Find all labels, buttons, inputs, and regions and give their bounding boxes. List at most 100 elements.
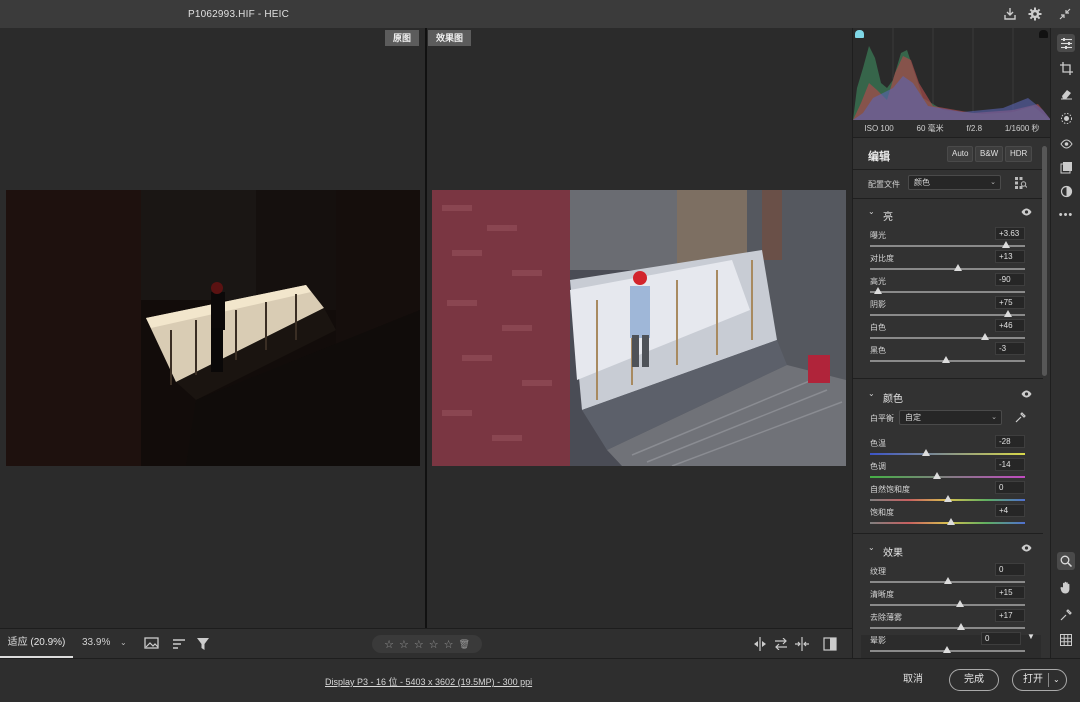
slider-thumb[interactable] (1003, 310, 1012, 317)
vignette-slider[interactable]: 晕影 0 ▼ (861, 632, 1041, 658)
auto-button[interactable]: Auto (947, 146, 974, 162)
star-icon[interactable]: ☆ (384, 638, 394, 651)
blacks-slider[interactable]: 黑色 -3 (853, 342, 1043, 368)
slider-thumb[interactable] (1002, 241, 1011, 248)
eye-icon[interactable] (1021, 544, 1032, 555)
mask-icon[interactable] (1057, 109, 1075, 127)
done-button[interactable]: 完成 (949, 669, 999, 691)
slider-value[interactable]: 0 (981, 632, 1021, 645)
profile-select[interactable]: 颜色 ⌄ (908, 175, 1001, 190)
slider-value[interactable]: -28 (995, 435, 1025, 448)
eye-icon[interactable] (1021, 208, 1032, 219)
slider-value[interactable]: -3 (995, 342, 1025, 355)
slider-thumb[interactable] (980, 333, 989, 340)
slider-thumb[interactable] (941, 356, 950, 363)
highlight-clipping-icon[interactable] (1039, 30, 1048, 38)
profile-row: 配置文件 颜色 ⌄ (853, 172, 1043, 194)
slider-thumb[interactable] (873, 287, 882, 294)
slider-value[interactable]: +4 (995, 504, 1025, 517)
trash-icon[interactable]: 🗑 (458, 639, 469, 650)
profile-label: 配置文件 (868, 180, 900, 189)
more-icon[interactable]: ••• (1057, 206, 1075, 224)
saturation-slider[interactable]: 饱和度 +4 (853, 504, 1043, 530)
slider-label: 色调 (870, 462, 886, 471)
sort-icon[interactable] (171, 636, 187, 652)
slider-thumb[interactable] (943, 495, 952, 502)
slider-value[interactable]: +13 (995, 250, 1025, 263)
slider-value[interactable]: -14 (995, 458, 1025, 471)
zoom-fit-button[interactable]: 适应 (20.9%) (0, 629, 73, 658)
slider-thumb[interactable] (921, 449, 930, 456)
hdr-button[interactable]: HDR (1005, 146, 1033, 162)
histogram (853, 28, 1050, 120)
edit-sliders-icon[interactable] (1057, 34, 1075, 52)
star-icon[interactable]: ☆ (399, 638, 409, 651)
slider-label: 色温 (870, 439, 886, 448)
after-label[interactable]: 效果图 (428, 30, 472, 46)
eraser-icon[interactable] (1057, 84, 1075, 102)
collapse-icon[interactable] (1057, 6, 1073, 22)
slider-thumb[interactable] (946, 518, 955, 525)
star-icon[interactable]: ☆ (414, 638, 424, 651)
profile-browser-icon[interactable] (1014, 176, 1028, 190)
chevron-down-icon[interactable]: ⌄ (868, 389, 875, 398)
presets-icon[interactable] (1057, 158, 1075, 176)
image-view-icon[interactable] (144, 636, 160, 652)
color-sampler-icon[interactable] (1057, 606, 1075, 624)
slider-value[interactable]: +17 (995, 609, 1025, 622)
gear-icon[interactable] (1027, 6, 1043, 22)
bw-button[interactable]: B&W (975, 146, 1004, 162)
star-icon[interactable]: ☆ (429, 638, 439, 651)
workflow-options-link[interactable]: Display P3 - 16 位 - 5403 x 3602 (19.5MP)… (325, 675, 532, 688)
exif-info: ISO 100 60 毫米 f/2.8 1/1600 秒 (853, 120, 1050, 138)
slider-thumb[interactable] (955, 600, 964, 607)
filter-icon[interactable] (195, 636, 211, 652)
slider-thumb[interactable] (954, 264, 963, 271)
slider-value[interactable]: 0 (995, 563, 1025, 576)
before-after-toggle-icon[interactable] (752, 636, 768, 652)
save-image-icon[interactable] (1002, 6, 1018, 22)
swap-icon[interactable] (773, 636, 789, 652)
chevron-down-icon[interactable]: ⌄ (868, 543, 875, 552)
crop-icon[interactable] (1057, 59, 1075, 77)
hand-icon[interactable] (1057, 578, 1075, 596)
effects-section-header[interactable]: ⌄ 效果 (853, 538, 1043, 560)
shadow-clipping-icon[interactable] (855, 30, 864, 38)
window-title: P1062993.HIF - HEIC (188, 9, 290, 20)
star-icon[interactable]: ☆ (444, 638, 454, 651)
zoom-icon[interactable] (1057, 552, 1075, 570)
slider-thumb[interactable] (943, 577, 952, 584)
slider-value[interactable]: +15 (995, 586, 1025, 599)
slider-value[interactable]: 0 (995, 481, 1025, 494)
eyedropper-icon[interactable] (1013, 410, 1027, 424)
cancel-button[interactable]: 取消 (894, 670, 932, 690)
panel-scrollbar[interactable] (1042, 146, 1047, 376)
before-label[interactable]: 原图 (385, 30, 420, 46)
open-button[interactable]: 打开 ⌄ (1012, 669, 1067, 691)
snapshots-icon[interactable] (1057, 182, 1075, 200)
zoom-dropdown-icon[interactable]: ⌄ (120, 638, 127, 647)
eye-icon[interactable] (1021, 390, 1032, 401)
white-balance-select[interactable]: 自定 ⌄ (899, 410, 1002, 425)
slider-value[interactable]: +75 (995, 296, 1025, 309)
caret-down-icon[interactable]: ▼ (1027, 632, 1035, 641)
slider-value[interactable]: -90 (995, 273, 1025, 286)
chevron-down-icon[interactable]: ⌄ (868, 207, 875, 216)
copy-settings-icon[interactable] (794, 636, 810, 652)
slider-label: 对比度 (870, 254, 894, 263)
slider-thumb[interactable] (932, 472, 941, 479)
light-section-header[interactable]: ⌄ 亮 (853, 202, 1043, 224)
divider (853, 533, 1043, 534)
split-view-icon[interactable] (822, 636, 838, 652)
redeye-icon[interactable] (1057, 134, 1075, 152)
split-divider[interactable] (425, 28, 427, 628)
chevron-down-icon[interactable]: ⌄ (1053, 670, 1060, 690)
grid-icon[interactable] (1057, 631, 1075, 649)
zoom-level[interactable]: 33.9% (82, 629, 110, 658)
color-section-header[interactable]: ⌄ 颜色 (853, 384, 1043, 406)
slider-value[interactable]: +46 (995, 319, 1025, 332)
slider-thumb[interactable] (943, 646, 951, 653)
rating-stars[interactable]: ☆ ☆ ☆ ☆ ☆ 🗑 (372, 635, 482, 653)
slider-thumb[interactable] (957, 623, 966, 630)
slider-value[interactable]: +3.63 (995, 227, 1025, 240)
